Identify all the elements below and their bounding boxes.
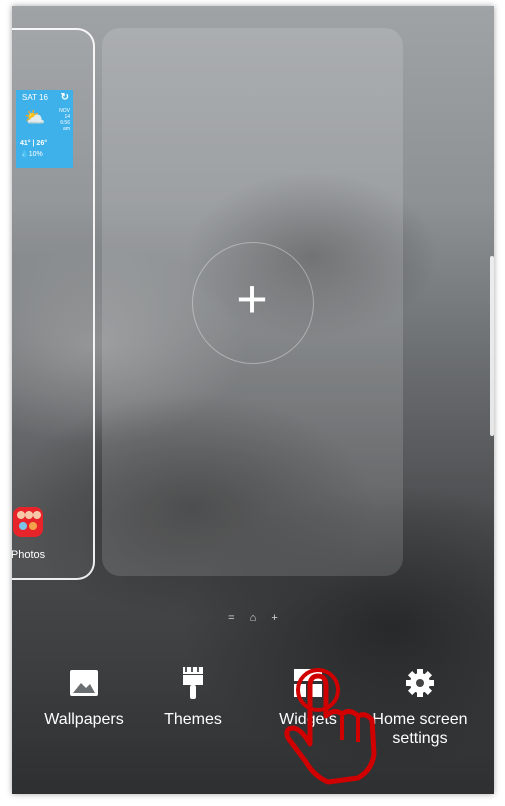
tap-pointer-hand-icon: [274, 658, 384, 793]
partly-cloudy-icon: ⛅: [24, 108, 46, 127]
page-indicators: = ⌂ +: [12, 612, 494, 624]
edge-panel-handle[interactable]: [490, 256, 494, 436]
list-indicator-icon[interactable]: =: [228, 612, 234, 624]
weather-update-time: NOV 14 6:56 am: [59, 108, 70, 132]
add-page-icon[interactable]: +: [192, 242, 312, 362]
refresh-icon: ↻: [60, 92, 69, 103]
themes-button[interactable]: Themes: [149, 666, 237, 729]
photos-app-icon[interactable]: [13, 507, 43, 537]
home-screen-editor: SAT 16 ↻ ⛅ NOV 14 6:56 am 41° | 26° 💧10%…: [12, 6, 494, 794]
weather-day: SAT 16: [22, 93, 48, 102]
weather-temperature: 41° | 26°: [20, 140, 48, 147]
weather-widget[interactable]: SAT 16 ↻ ⛅ NOV 14 6:56 am 41° | 26° 💧10%: [16, 90, 73, 168]
photos-app-label: Photos: [12, 549, 46, 561]
add-indicator-icon[interactable]: +: [271, 612, 277, 624]
paintbrush-icon: [149, 666, 237, 700]
wallpaper-icon: [32, 666, 136, 700]
weather-rain: 💧10%: [20, 151, 43, 158]
wallpapers-button[interactable]: Wallpapers: [32, 666, 136, 729]
home-page-preview-left[interactable]: SAT 16 ↻ ⛅ NOV 14 6:56 am 41° | 26° 💧10%…: [12, 28, 95, 580]
home-page-preview-empty[interactable]: +: [102, 28, 403, 576]
home-indicator-icon[interactable]: ⌂: [250, 612, 257, 624]
